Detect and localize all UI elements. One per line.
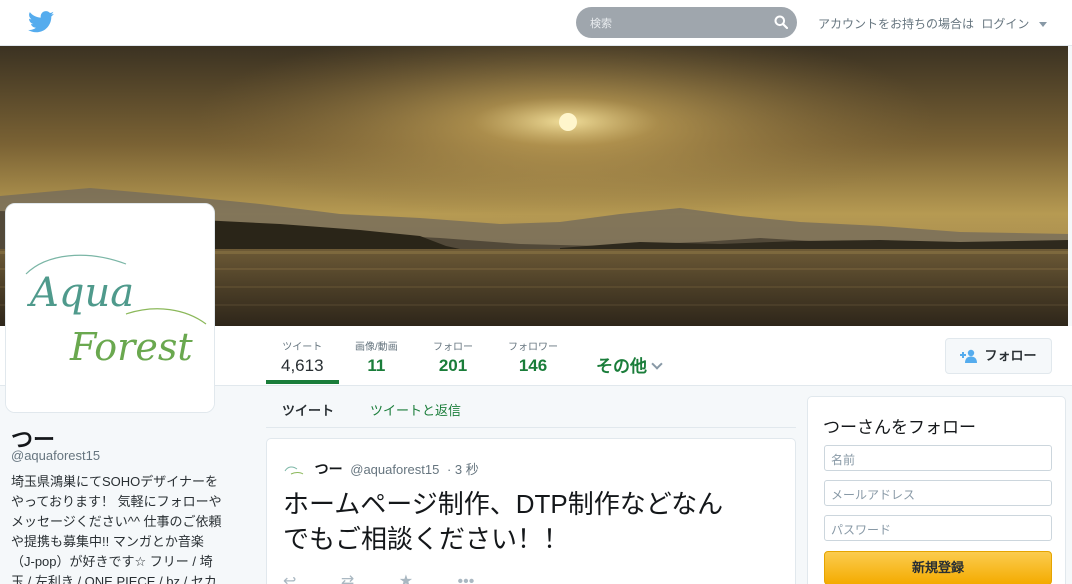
profile-bio: 埼玉県鴻巣にてSOHOデザイナーを やっております！ 気軽にフォローや メッセー… [11, 472, 243, 584]
stat-tweets[interactable]: ツイート 4,613 [266, 338, 338, 384]
stat-label: 画像/動画 [355, 342, 398, 353]
stat-value: 201 [438, 356, 468, 375]
bio-line: 玉 / 左利き / ONE PIECE / bz / セカ [11, 574, 217, 584]
stat-value: 146 [518, 356, 548, 375]
reply-icon[interactable]: ↩ [283, 573, 296, 584]
bio-line: メッセージください^^ 仕事のご依頼 [11, 514, 222, 529]
name-placeholder: 名前 [831, 453, 856, 467]
password-field[interactable]: パスワード [824, 515, 1052, 541]
bio-line: 埼玉県鴻巣にてSOHOデザイナーを [11, 474, 219, 489]
bio-line: やっております！ 気軽にフォローや [11, 494, 222, 509]
tweet-author-handle[interactable]: @aquaforest15 [350, 462, 439, 477]
more-label: その他 [596, 357, 647, 376]
tweet-text-line: でもご相談ください！！ [283, 524, 570, 554]
tab-tweets[interactable]: ツイート [282, 400, 334, 419]
signup-title: つーさんをフォロー [823, 418, 976, 437]
stat-followers[interactable]: フォロワー 146 [508, 338, 558, 376]
stat-label: フォロー [433, 342, 473, 353]
profile-handle[interactable]: @aquaforest15 [11, 448, 100, 463]
stat-value: 11 [367, 356, 386, 375]
tweet-header: つー @aquaforest15 · 3 秒 [283, 459, 479, 479]
stat-following[interactable]: フォロー 201 [433, 338, 473, 376]
name-field[interactable]: 名前 [824, 445, 1052, 471]
favorite-icon[interactable]: ★ [399, 573, 413, 584]
login-prompt: アカウントをお持ちの場合は [818, 17, 975, 31]
avatar[interactable]: Aqua Forest [5, 203, 215, 413]
tweet-text-line: ホームページ制作、DTP制作などなん [283, 489, 724, 519]
follow-label: フォロー [984, 348, 1037, 363]
search-input[interactable]: 検索 [576, 7, 797, 38]
timeline-tabs: ツイート ツイートと返信 [266, 392, 796, 428]
stat-label: ツイート [282, 342, 323, 353]
search-placeholder: 検索 [590, 18, 612, 30]
avatar-text-forest: Forest [69, 325, 193, 369]
tab-tweets-and-replies[interactable]: ツイートと返信 [370, 400, 461, 419]
stat-media[interactable]: 画像/動画 11 [355, 338, 398, 376]
follow-button[interactable]: フォロー [945, 338, 1052, 374]
tweet-timestamp[interactable]: · 3 秒 [447, 462, 479, 477]
login-menu[interactable]: アカウントをお持ちの場合は ログイン [818, 15, 1047, 32]
caret-down-icon [1038, 22, 1047, 28]
more-icon[interactable]: ••• [458, 573, 475, 584]
tweet-card[interactable]: つー @aquaforest15 · 3 秒 ホームページ制作、DTP制作などな… [266, 438, 796, 584]
signup-button[interactable]: 新規登録 [824, 551, 1052, 584]
password-placeholder: パスワード [831, 523, 892, 537]
chevron-down-icon [651, 358, 663, 370]
tweet-text: ホームページ制作、DTP制作などなん でもご相談ください！！ [283, 487, 783, 557]
tweet-actions: ↩ ⇄ ★ ••• [283, 571, 514, 584]
add-user-icon [960, 349, 978, 363]
email-placeholder: メールアドレス [831, 488, 916, 502]
tweet-avatar[interactable] [283, 462, 305, 478]
bird-logo-icon[interactable] [28, 11, 54, 33]
retweet-icon[interactable]: ⇄ [341, 573, 354, 584]
signup-box: つーさんをフォロー 名前 メールアドレス パスワード 新規登録 [807, 396, 1066, 584]
more-menu[interactable]: その他 [596, 352, 663, 377]
avatar-text-aqua: Aqua [26, 270, 134, 316]
top-bar: 検索 アカウントをお持ちの場合は ログイン [0, 0, 1072, 46]
search-icon[interactable] [774, 15, 788, 29]
bio-line: （J-pop）が好きです☆ フリー / 埼 [11, 554, 213, 569]
stat-value: 4,613 [281, 356, 324, 375]
login-link[interactable]: ログイン [981, 17, 1029, 31]
bio-line: や提携も募集中!! マンガとか音楽 [11, 534, 204, 549]
tweet-author-name[interactable]: つー [315, 461, 343, 477]
email-field[interactable]: メールアドレス [824, 480, 1052, 506]
stat-label: フォロワー [508, 342, 558, 353]
